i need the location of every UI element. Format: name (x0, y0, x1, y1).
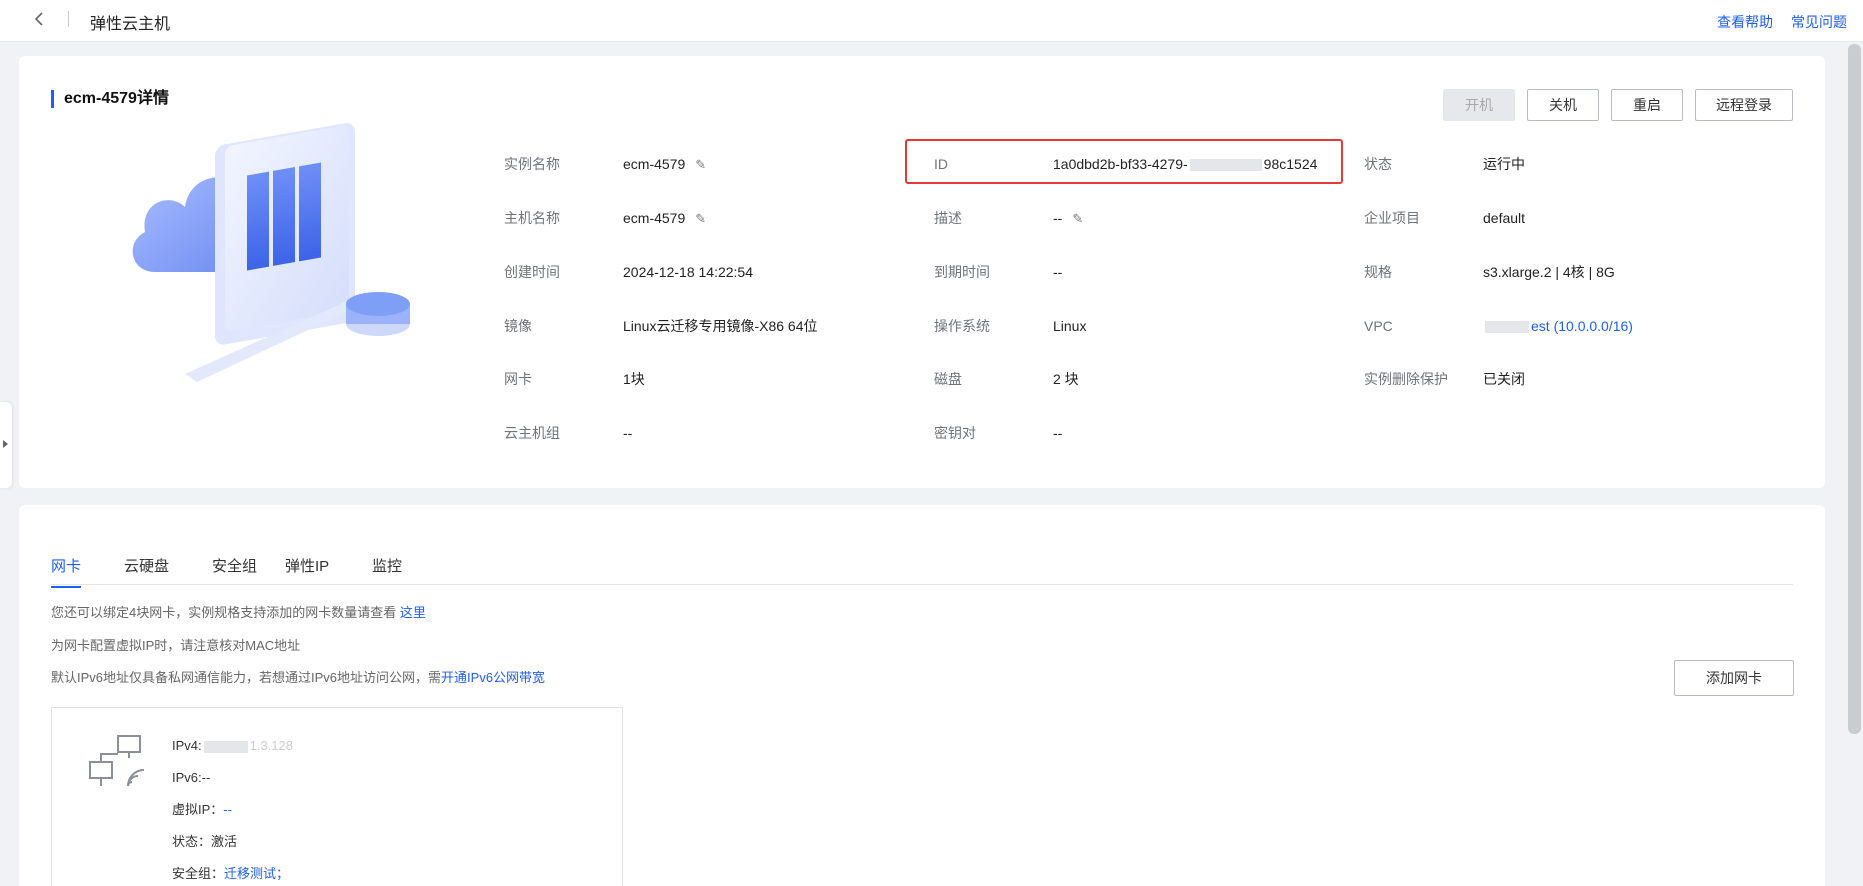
sidebar-collapse-handle[interactable] (0, 402, 12, 488)
redacted-mask (203, 740, 248, 753)
flavor-label: 规格 (1364, 264, 1392, 280)
created-time-value: 2024-12-18 14:22:54 (623, 264, 753, 280)
delete-protection-label: 实例删除保护 (1364, 371, 1448, 387)
edit-icon[interactable]: ✎ (695, 209, 706, 229)
status-row: 状态：激活 (172, 834, 238, 849)
host-name-value: ecm-4579 ✎ (623, 208, 706, 229)
network-icon (89, 735, 145, 787)
nic-note-1: 您还可以绑定4块网卡，实例规格支持添加的网卡数量请查看 这里 (51, 605, 426, 620)
back-arrow-icon[interactable] (30, 9, 50, 29)
nic-card: IPv4: 1.3.128 IPv6:-- 虚拟IP：-- 状态：激活 安全组：迁… (51, 707, 623, 886)
tab-monitor[interactable]: 监控 (372, 555, 402, 586)
os-label: 操作系统 (934, 318, 990, 334)
redacted-mask (1485, 321, 1529, 334)
edit-icon[interactable]: ✎ (1072, 209, 1083, 229)
disk-label: 磁盘 (934, 371, 962, 387)
help-link[interactable]: 查看帮助 (1717, 14, 1773, 30)
faq-link[interactable]: 常见问题 (1791, 14, 1847, 30)
nic-note-3: 默认IPv6地址仅具备私网通信能力，若想通过IPv6地址访问公网，需开通IPv6… (51, 670, 546, 685)
host-name-label: 主机名称 (504, 210, 560, 226)
status-label: 状态 (1364, 156, 1392, 172)
restart-button[interactable]: 重启 (1611, 89, 1683, 121)
os-value: Linux (1053, 318, 1087, 334)
image-label: 镜像 (504, 318, 532, 334)
tab-bar: 网卡 云硬盘 安全组 弹性IP 监控 (51, 545, 1793, 588)
ipv6-bandwidth-link[interactable]: 开通IPv6公网带宽 (441, 670, 545, 685)
nic-info: IPv4: 1.3.128 IPv6:-- 虚拟IP：-- 状态：激活 安全组：迁… (172, 738, 293, 886)
action-buttons: 开机 关机 重启 远程登录 (1443, 89, 1793, 121)
nic-label: 网卡 (504, 371, 532, 387)
flavor-value: s3.xlarge.2 | 4核 | 8G (1483, 264, 1615, 280)
status-value: 运行中 (1483, 156, 1525, 172)
vip-row: 虚拟IP：-- (172, 802, 232, 817)
host-group-value: -- (623, 425, 633, 441)
ipv4-row: IPv4: 1.3.128 (172, 738, 293, 753)
top-links: 查看帮助 常见问题 (1703, 12, 1847, 32)
tab-security-group[interactable]: 安全组 (212, 555, 257, 586)
keypair-value: -- (1053, 425, 1063, 441)
expire-time-value: -- (1053, 264, 1063, 280)
tab-elastic-ip[interactable]: 弹性IP (285, 555, 329, 586)
enterprise-project-label: 企业项目 (1364, 210, 1420, 226)
server-illustration-icon (132, 123, 410, 382)
security-group-row: 安全组：迁移测试； (172, 866, 290, 881)
edit-icon[interactable]: ✎ (695, 155, 706, 175)
delete-protection-value: 已关闭 (1483, 371, 1525, 387)
tab-cloud-disk[interactable]: 云硬盘 (124, 555, 169, 586)
id-highlight-box (905, 139, 1343, 184)
enterprise-project-value: default (1483, 210, 1526, 226)
add-nic-button[interactable]: 添加网卡 (1674, 660, 1794, 696)
image-value: Linux云迁移专用镜像-X86 64位 (623, 318, 818, 334)
view-here-link[interactable]: 这里 (400, 605, 426, 620)
resource-tabs-card: 网卡 云硬盘 安全组 弹性IP 监控 您还可以绑定4块网卡，实例规格支持添加的网… (19, 505, 1825, 886)
remote-login-button[interactable]: 远程登录 (1695, 89, 1793, 121)
vpc-link[interactable]: est (10.0.0.0/16) (1483, 316, 1633, 336)
vip-link[interactable]: -- (223, 802, 232, 817)
keypair-label: 密钥对 (934, 425, 976, 441)
description-label: 描述 (934, 210, 962, 226)
start-button[interactable]: 开机 (1443, 89, 1515, 121)
ipv6-row: IPv6:-- (172, 770, 211, 785)
disk-value: 2 块 (1053, 371, 1079, 387)
instance-name-value: ecm-4579 ✎ (623, 154, 706, 175)
stop-button[interactable]: 关机 (1527, 89, 1599, 121)
instance-name-label: 实例名称 (504, 156, 560, 172)
vpc-label: VPC (1364, 318, 1393, 334)
description-value: -- ✎ (1053, 208, 1083, 229)
created-time-label: 创建时间 (504, 264, 560, 280)
top-bar: 弹性云主机 查看帮助 常见问题 (0, 0, 1863, 42)
security-group-link[interactable]: 迁移测试； (224, 866, 289, 881)
host-group-label: 云主机组 (504, 425, 560, 441)
expire-time-label: 到期时间 (934, 264, 990, 280)
nic-note-2: 为网卡配置虚拟IP时，请注意核对MAC地址 (51, 638, 301, 653)
tab-nic[interactable]: 网卡 (51, 555, 82, 588)
divider (68, 11, 69, 27)
nic-value: 1块 (623, 371, 645, 387)
scrollbar-thumb[interactable] (1848, 44, 1861, 734)
page-title: 弹性云主机 (90, 16, 171, 33)
